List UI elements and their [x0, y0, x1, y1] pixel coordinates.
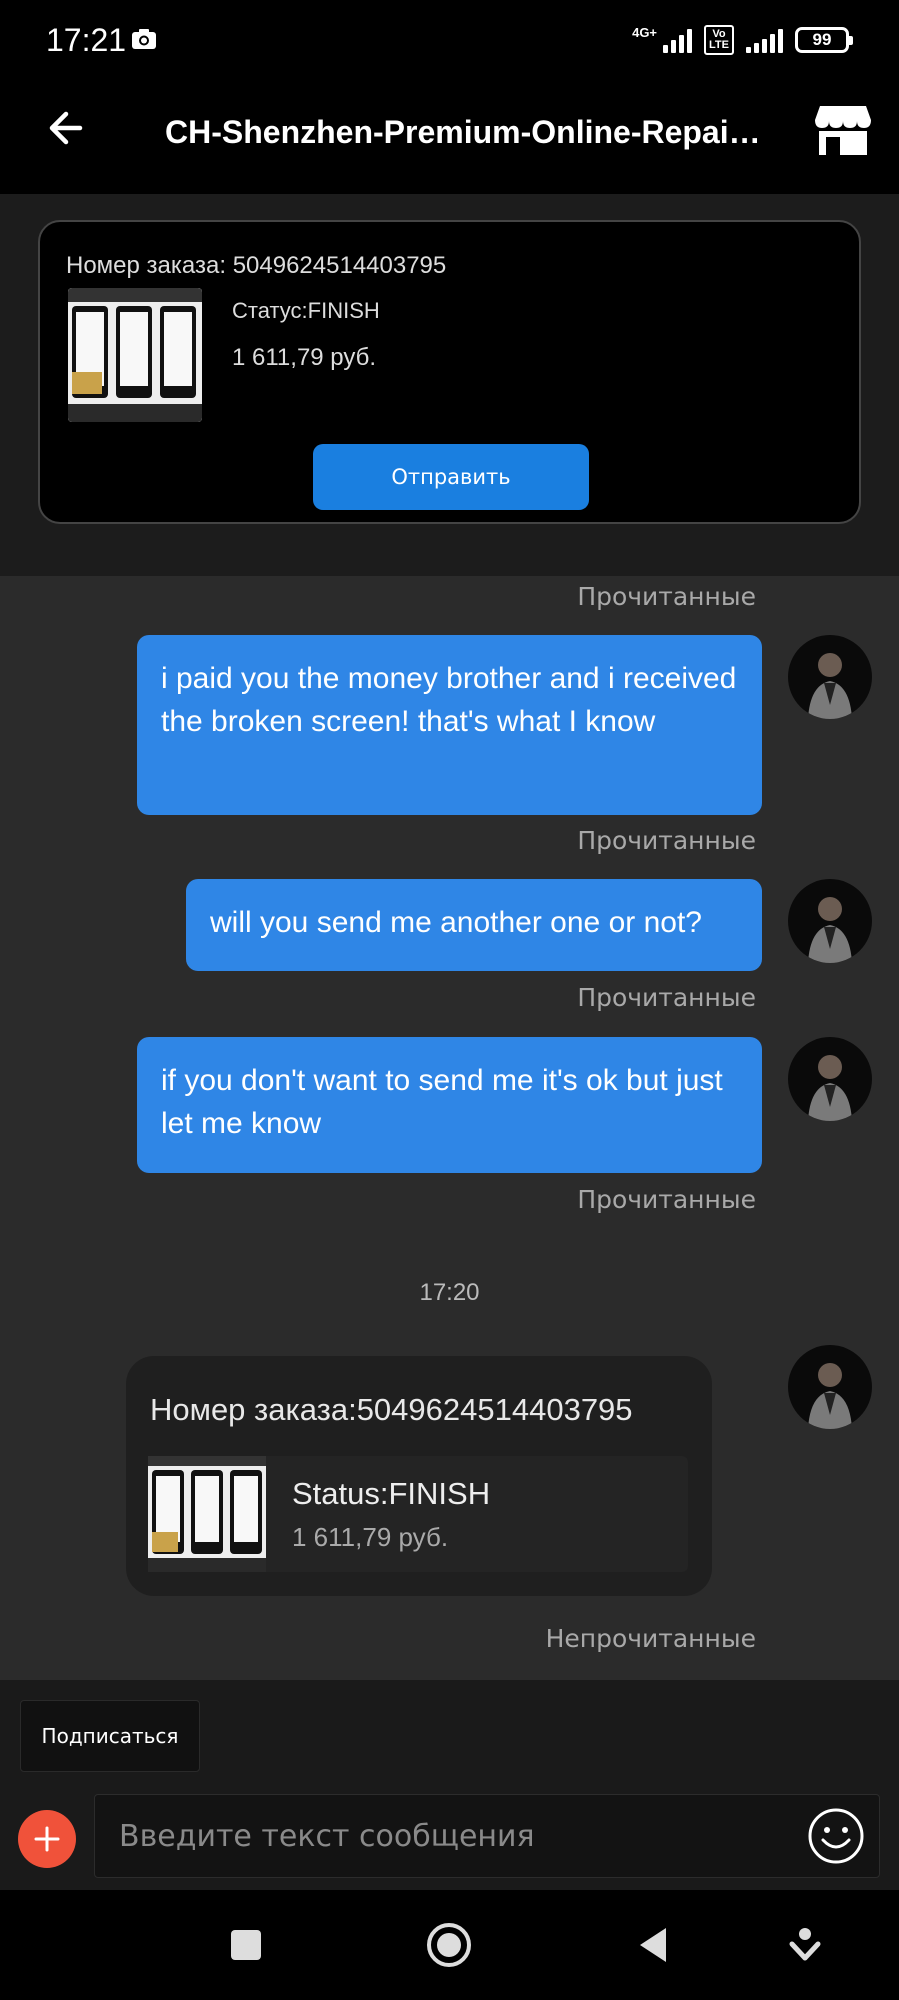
- message-bubble[interactable]: i paid you the money brother and i recei…: [137, 635, 762, 815]
- read-status: Прочитанные: [577, 826, 756, 855]
- order-number: Номер заказа: 5049624514403795: [66, 252, 447, 279]
- message-input-placeholder: Введите текст сообщения: [119, 1819, 535, 1854]
- battery-level: 99: [812, 30, 832, 49]
- avatar[interactable]: [788, 1037, 872, 1121]
- network-type: 4G+: [632, 24, 658, 40]
- back-nav-icon[interactable]: [628, 1920, 678, 1970]
- camera-icon: [132, 29, 156, 49]
- message-input[interactable]: Введите текст сообщения: [94, 1794, 880, 1878]
- order-status: Статус:FINISH: [232, 298, 380, 323]
- message-bubble[interactable]: if you don't want to send me it's ok but…: [137, 1037, 762, 1173]
- chat-header: CH-Shenzhen-Premium-Online-Repair-...: [0, 82, 899, 194]
- order-message-price: 1 611,79 руб.: [292, 1522, 449, 1552]
- status-bar: 17:21 4G+ Vo LTE 99: [0, 0, 899, 82]
- signal-icon-2: [746, 27, 783, 53]
- order-message-status: Status:FINISH: [292, 1476, 491, 1511]
- arrow-left-icon[interactable]: [44, 108, 84, 148]
- battery-icon: 99: [795, 27, 853, 53]
- plus-icon[interactable]: [18, 1810, 76, 1868]
- keyboard-hide-icon[interactable]: [780, 1920, 830, 1970]
- signal-icon: [663, 27, 693, 53]
- order-price: 1 611,79 руб.: [232, 344, 377, 371]
- read-status: Прочитанные: [577, 1185, 756, 1214]
- emoji-icon[interactable]: [807, 1807, 865, 1865]
- chat-messages[interactable]: Прочитанные i paid you the money brother…: [0, 576, 899, 1680]
- order-card[interactable]: Номер заказа: 5049624514403795 Статус:FI…: [38, 220, 861, 524]
- volte-icon: Vo LTE: [704, 25, 734, 55]
- recents-icon[interactable]: [221, 1920, 271, 1970]
- read-status: Прочитанные: [577, 983, 756, 1012]
- avatar[interactable]: [788, 1345, 872, 1429]
- system-nav-bar: [0, 1890, 899, 2000]
- home-icon[interactable]: [424, 1920, 474, 1970]
- message-bubble[interactable]: will you send me another one or not?: [186, 879, 762, 971]
- send-button[interactable]: Отправить: [313, 444, 589, 510]
- status-time: 17:21: [46, 22, 127, 58]
- avatar[interactable]: [788, 879, 872, 963]
- order-card-area: Номер заказа: 5049624514403795 Статус:FI…: [0, 194, 899, 576]
- store-icon[interactable]: [814, 104, 872, 156]
- product-image: [68, 288, 202, 422]
- order-message-product[interactable]: Status:FINISH 1 611,79 руб.: [148, 1456, 688, 1572]
- subscribe-button[interactable]: Подписаться: [20, 1700, 200, 1772]
- chat-title: CH-Shenzhen-Premium-Online-Repair-...: [165, 114, 765, 150]
- avatar[interactable]: [788, 635, 872, 719]
- message-timestamp: 17:20: [419, 1279, 480, 1306]
- order-message[interactable]: Номер заказа:5049624514403795 Status:FIN…: [126, 1356, 712, 1596]
- composer-area: Подписаться Введите текст сообщения: [0, 1680, 899, 1890]
- product-image: [148, 1456, 266, 1572]
- unread-status: Непрочитанные: [545, 1624, 756, 1653]
- read-status: Прочитанные: [577, 582, 756, 611]
- order-message-number: Номер заказа:5049624514403795: [150, 1392, 633, 1427]
